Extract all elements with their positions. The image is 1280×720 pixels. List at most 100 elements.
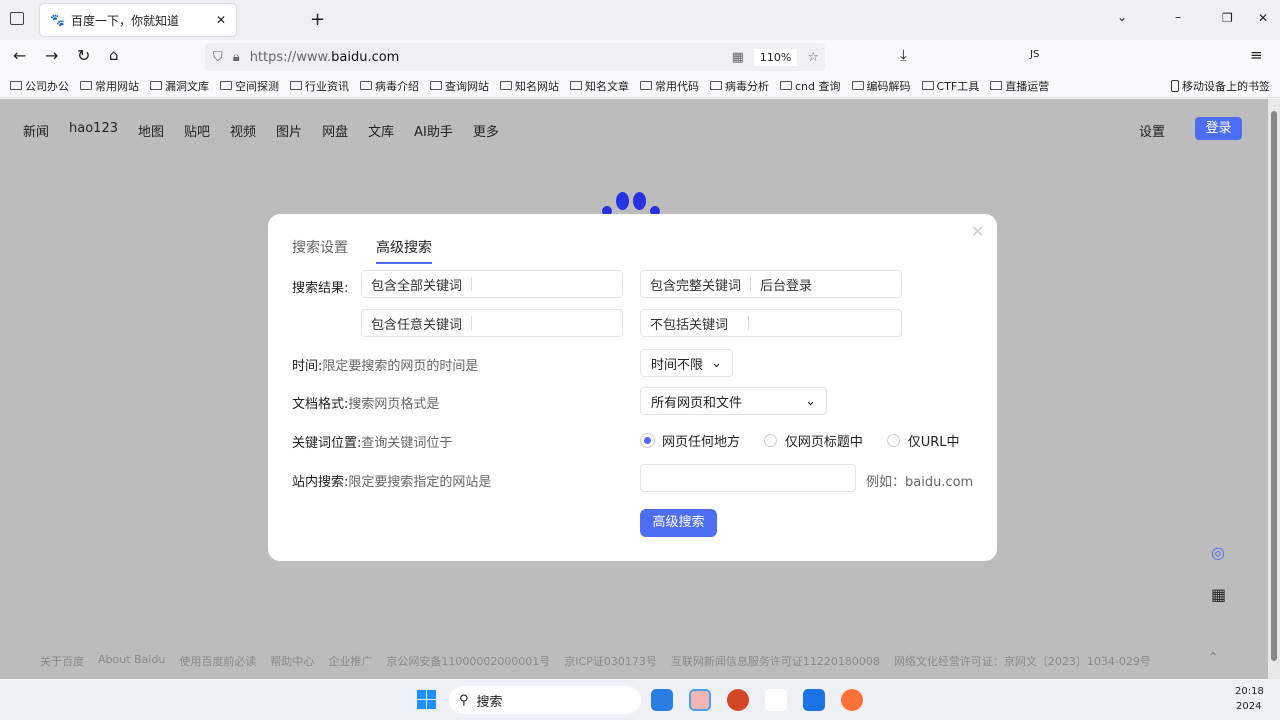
- login-button[interactable]: 登录: [1195, 117, 1242, 140]
- app-icon[interactable]: [689, 689, 711, 711]
- back-icon[interactable]: ←: [13, 46, 26, 65]
- folder-icon: [150, 81, 162, 90]
- bookmark-label: 常用代码: [655, 79, 699, 93]
- exclude-keywords-input[interactable]: 不包括关键词: [640, 309, 902, 337]
- chevron-up-icon[interactable]: ⌃: [1208, 650, 1218, 664]
- menu-icon[interactable]: ≡: [1250, 46, 1263, 64]
- bookmark-folder[interactable]: CTF工具: [921, 78, 979, 94]
- nav-link[interactable]: 网盘: [322, 121, 348, 140]
- close-window-icon[interactable]: ✕: [1258, 11, 1268, 25]
- tab-advanced-search[interactable]: 高级搜索: [376, 237, 432, 264]
- clock-date[interactable]: 2024: [1236, 701, 1261, 712]
- all-keywords-input[interactable]: 包含全部关键词: [361, 270, 623, 298]
- bookmark-folder[interactable]: cnd 查询: [780, 78, 841, 94]
- mobile-bookmarks[interactable]: 移动设备上的书签: [1171, 78, 1270, 94]
- url-text[interactable]: https://www.baidu.com: [250, 50, 400, 65]
- minimize-icon[interactable]: –: [1175, 10, 1181, 24]
- nav-link[interactable]: 图片: [276, 121, 302, 140]
- nav-link[interactable]: 贴吧: [184, 121, 210, 140]
- radio-checked-icon: [641, 434, 654, 447]
- bookmark-label: 行业资讯: [305, 79, 349, 93]
- bookmark-folder[interactable]: 病毒介绍: [360, 78, 419, 94]
- bookmark-star-icon[interactable]: ☆: [807, 50, 819, 65]
- footer-link[interactable]: 帮助中心: [270, 653, 314, 669]
- bookmark-folder[interactable]: 查询网站: [430, 78, 489, 94]
- forward-icon[interactable]: →: [45, 46, 58, 65]
- bookmark-folder[interactable]: 编码解码: [851, 78, 911, 94]
- bookmark-folder[interactable]: 知名文章: [570, 78, 629, 94]
- folder-icon: [990, 81, 1003, 90]
- app-icon[interactable]: [803, 689, 825, 711]
- radio-title-only[interactable]: 仅网页标题中: [763, 431, 863, 450]
- bookmark-label: 漏洞文库: [165, 79, 209, 93]
- tab-list-icon[interactable]: [10, 12, 24, 25]
- restore-icon[interactable]: ❐: [1222, 11, 1233, 25]
- any-keywords-input[interactable]: 包含任意关键词: [361, 309, 623, 337]
- reload-icon[interactable]: ↻: [77, 46, 90, 65]
- field-label: 包含任意关键词: [371, 317, 463, 333]
- tab-search-settings[interactable]: 搜索设置: [292, 237, 348, 257]
- advanced-search-dialog: ✕ 搜索设置 高级搜索 搜索结果: 包含全部关键词 包含完整关键词 后台登录 包含…: [268, 214, 997, 561]
- bookmark-folder[interactable]: 常用代码: [640, 78, 699, 94]
- site-input[interactable]: [640, 464, 856, 492]
- folder-icon: [570, 81, 582, 90]
- field-label: 不包括关键词: [650, 317, 729, 333]
- bookmark-folder[interactable]: 空间探测: [220, 78, 279, 94]
- firefox-icon[interactable]: [841, 689, 863, 711]
- app-icon[interactable]: [651, 689, 673, 711]
- exact-phrase-input[interactable]: 包含完整关键词 后台登录: [640, 270, 902, 298]
- advanced-search-button[interactable]: 高级搜索: [640, 509, 717, 537]
- bookmark-folder[interactable]: 常用网站: [80, 78, 139, 94]
- tab-baidu[interactable]: 🐾 百度一下，你就知道 ✕: [40, 4, 236, 36]
- footer-link[interactable]: 互联网新闻信息服务许可证11220180008: [671, 653, 880, 669]
- footer-link[interactable]: 京公网安备11000002000001号: [386, 653, 550, 669]
- footer-link[interactable]: 关于百度: [40, 653, 84, 669]
- qr-code-icon[interactable]: ▦: [732, 50, 744, 65]
- qr-code-icon[interactable]: ▦: [1211, 585, 1226, 604]
- nav-link[interactable]: 更多: [473, 121, 499, 140]
- bookmark-folder[interactable]: 直播运营: [990, 78, 1049, 94]
- bookmark-folder[interactable]: 漏洞文库: [150, 78, 209, 94]
- time-select[interactable]: 时间不限 ⌄: [640, 349, 733, 377]
- bookmark-folder[interactable]: 公司办公: [10, 78, 69, 94]
- radio-url-only[interactable]: 仅URL中: [886, 431, 959, 450]
- bookmark-folder[interactable]: 知名网站: [500, 78, 559, 94]
- footer-link[interactable]: About Baidu: [98, 653, 165, 669]
- zoom-level[interactable]: 110%: [753, 48, 798, 66]
- close-icon[interactable]: ✕: [971, 222, 984, 241]
- scrollbar[interactable]: [1268, 99, 1280, 679]
- powerpoint-icon[interactable]: [727, 689, 749, 711]
- footer-link[interactable]: 企业推广: [328, 653, 372, 669]
- nav-link[interactable]: hao123: [69, 121, 118, 140]
- chevron-down-icon[interactable]: ⌄: [1117, 10, 1127, 24]
- nav-link[interactable]: 文库: [368, 121, 394, 140]
- close-tab-icon[interactable]: ✕: [216, 13, 226, 27]
- footer-link[interactable]: 使用百度前必读: [179, 653, 256, 669]
- baidu-logo-paw: [602, 190, 662, 216]
- nav-link[interactable]: 地图: [138, 121, 164, 140]
- new-tab-icon[interactable]: +: [310, 9, 325, 30]
- settings-link[interactable]: 设置: [1139, 121, 1165, 140]
- bookmark-label: 空间探测: [235, 79, 279, 93]
- download-icon[interactable]: ⤓: [900, 46, 907, 64]
- taskbar-search[interactable]: ⚲ 搜索: [449, 686, 641, 714]
- radio-anywhere[interactable]: 网页任何地方: [641, 431, 740, 450]
- folder-icon: [80, 81, 92, 90]
- footer-link[interactable]: 京ICP证030173号: [564, 653, 657, 669]
- home-icon[interactable]: ⌂: [109, 46, 119, 64]
- bookmark-folder[interactable]: 行业资讯: [290, 78, 349, 94]
- nav-link[interactable]: 视频: [230, 121, 256, 140]
- footer-link[interactable]: 网络文化经营许可证：京网文〔2023〕1034-029号: [894, 653, 1151, 669]
- bookmark-folder[interactable]: 病毒分析: [710, 78, 769, 94]
- app-icon[interactable]: [765, 689, 787, 711]
- nav-link[interactable]: AI助手: [414, 121, 453, 140]
- clock-time[interactable]: 20:18: [1235, 686, 1264, 697]
- url-bar[interactable]: ⛉ 🔒︎ https://www.baidu.com ▦ 110% ☆: [205, 43, 825, 71]
- format-select[interactable]: 所有网页和文件 ⌄: [640, 387, 827, 415]
- folder-icon: [780, 81, 792, 90]
- windows-start-icon[interactable]: [417, 690, 436, 709]
- nav-link[interactable]: 新闻: [23, 121, 49, 140]
- shield-icon[interactable]: ⛉: [213, 50, 223, 65]
- accessibility-icon[interactable]: ◎: [1211, 543, 1225, 562]
- js-extension-icon[interactable]: JS: [1030, 49, 1039, 60]
